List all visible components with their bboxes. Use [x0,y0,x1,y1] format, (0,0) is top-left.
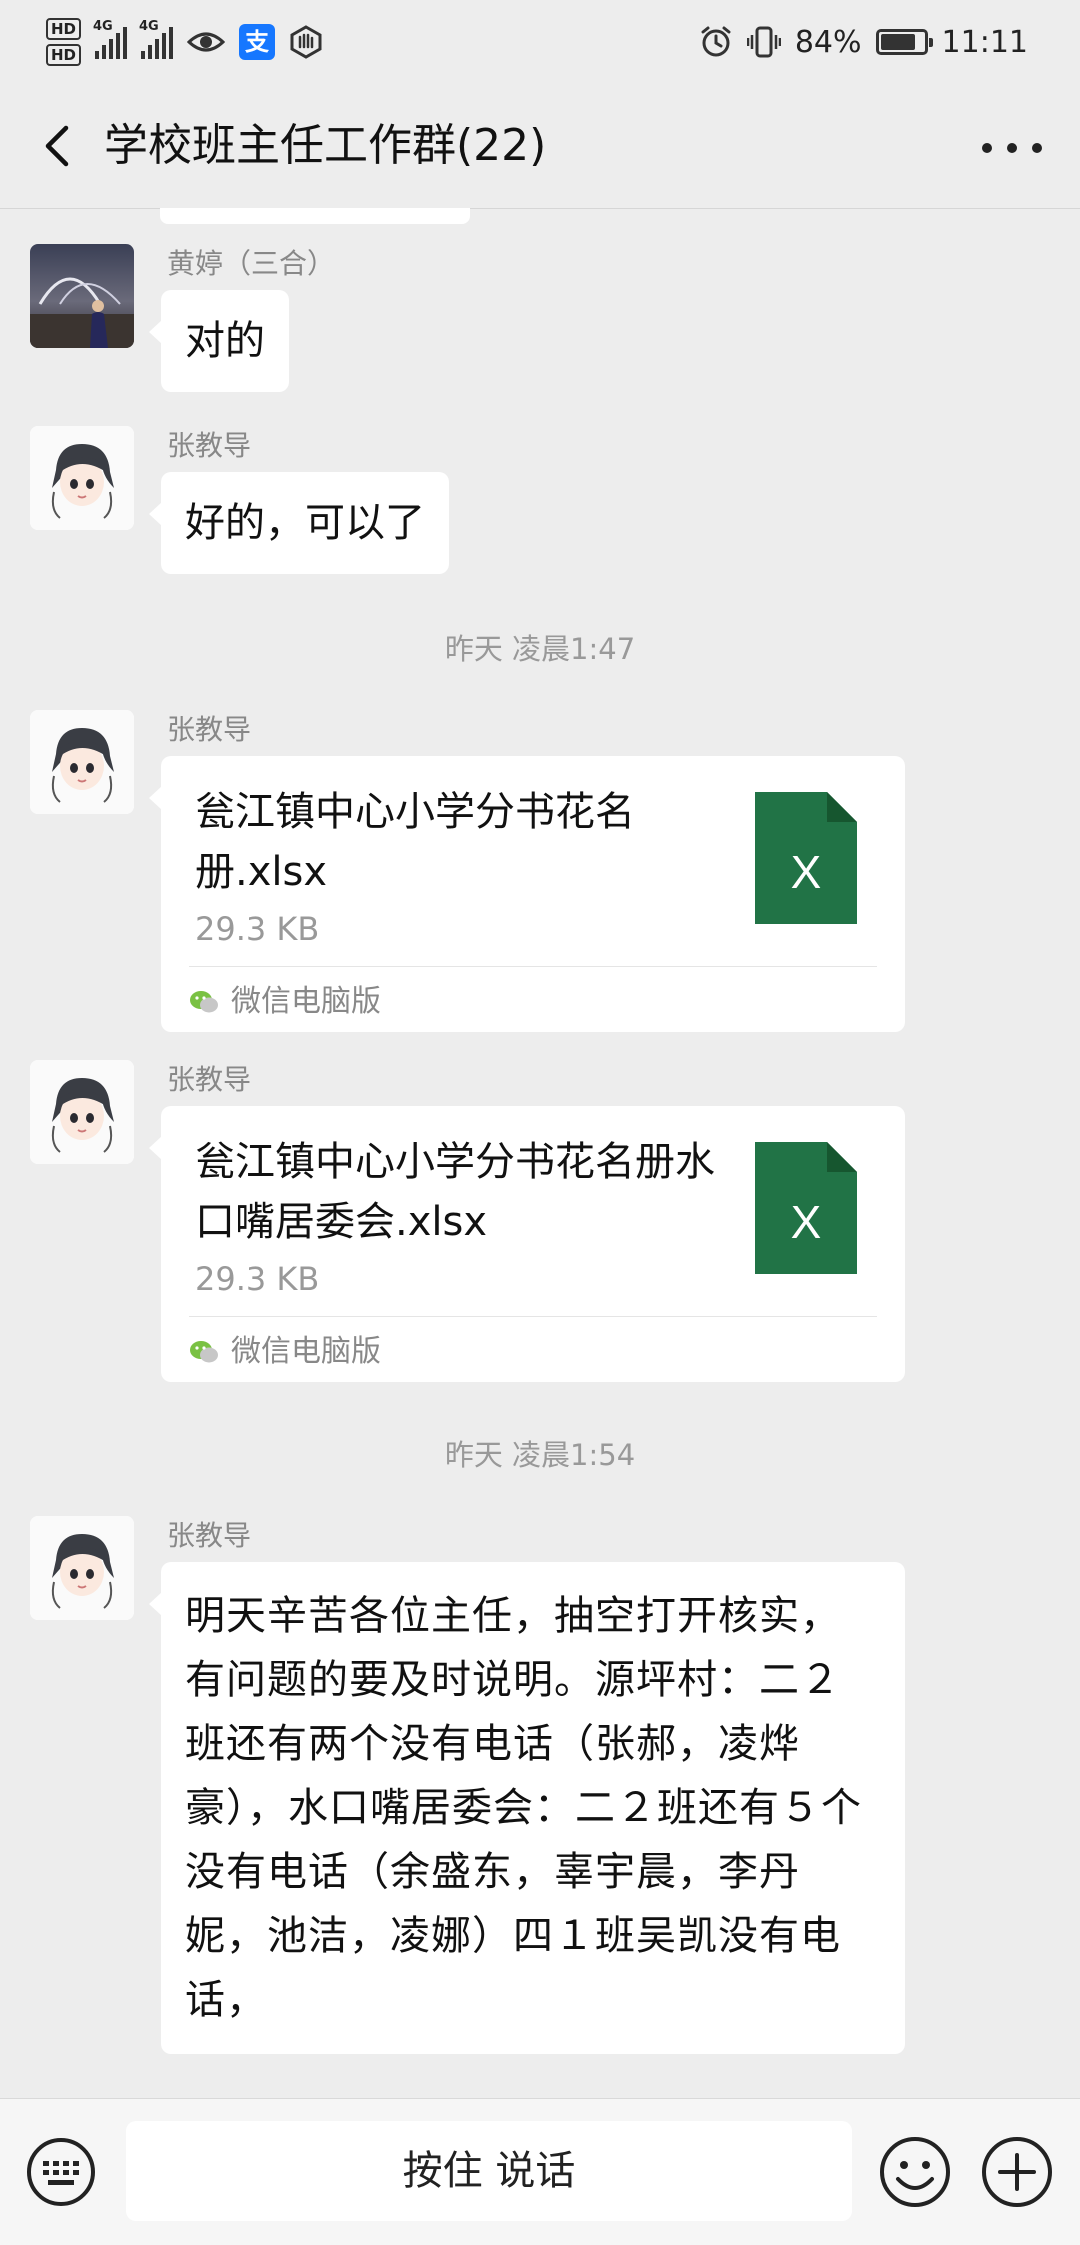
timestamp: 昨天 凌晨1:54 [444,1438,636,1472]
avatar[interactable] [30,244,134,348]
message-bubble[interactable]: 对的 [149,290,289,392]
chat-title: 学校班主任工作群(22) [104,120,547,171]
sender-name: 张教导 [167,713,252,746]
file-card[interactable]: 瓮江镇中心小学分书花名册水口嘴居委会.xlsx 29.3 KB X 微信电脑版 [149,1106,905,1382]
status-bar: HD HD 4G 4G 支 84% 11:11 [0,0,1080,84]
sender-name: 黄婷（三合） [167,247,336,280]
avatar[interactable] [30,1516,134,1620]
message-item: 张教导 明天辛苦各位主任，抽空打开核实，有问题的要及时说明。源坪村：二２班还有两… [30,1516,1050,2076]
cartoon-avatar [30,426,134,530]
wechat-icon [190,1341,218,1363]
status-right: 84% 11:11 [699,14,1028,70]
hd-badge-1: HD [46,18,82,40]
file-divider [189,1316,877,1317]
timestamp: 昨天 凌晨1:47 [444,632,636,666]
file-source: 微信电脑版 [189,1326,381,1378]
plus-icon[interactable] [980,2135,1054,2209]
sender-name: 张教导 [167,1519,252,1552]
file-size: 29.3 KB [195,1260,320,1298]
back-icon[interactable] [30,116,90,176]
excel-file-icon: X [755,792,857,924]
battery-percentage: 84% [794,24,862,60]
hd-indicators: HD HD [46,18,82,66]
signal-2-icon: 4G [139,19,174,59]
hd-badge-2: HD [46,44,82,66]
file-divider [189,966,877,967]
hold-to-talk-button[interactable]: 按住 说话 [126,2121,852,2221]
cartoon-avatar [30,1516,134,1620]
hand-icon [290,25,322,59]
avatar[interactable] [30,426,134,530]
wechat-icon [190,991,218,1013]
sender-name: 张教导 [167,1063,252,1096]
battery-fill [880,34,916,50]
battery-icon [875,29,933,55]
message-bubble[interactable]: 好的，可以了 [149,472,449,574]
sender-name: 张教导 [167,429,252,462]
file-source-label: 微信电脑版 [231,984,381,1019]
alipay-icon: 支 [239,24,276,60]
vibrate-icon [746,26,781,58]
svg-text:X: X [791,846,822,898]
file-source-label: 微信电脑版 [231,1334,381,1369]
emoji-icon[interactable] [878,2135,952,2209]
file-name: 瓮江镇中心小学分书花名册.xlsx [195,789,635,895]
message-list[interactable]: 黄婷（三合） 对的 张教导 好的，可以了 昨天 凌晨1:47 张教导 瓮江镇中心… [0,208,1080,2098]
file-size: 29.3 KB [195,910,320,948]
excel-file-icon: X [755,1142,857,1274]
avatar[interactable] [30,1060,134,1164]
previous-message-bubble [160,208,470,224]
message-item: 黄婷（三合） 对的 [30,244,1050,404]
alarm-icon [701,26,731,57]
chat-header: 学校班主任工作群(22) [0,84,1080,209]
message-item: 张教导 瓮江镇中心小学分书花名册水口嘴居委会.xlsx 29.3 KB X 微信… [30,1060,1050,1390]
message-bubble[interactable]: 明天辛苦各位主任，抽空打开核实，有问题的要及时说明。源坪村：二２班还有两个没有电… [149,1562,905,2054]
status-left: HD HD 4G 4G 支 [46,14,323,70]
message-item: 张教导 瓮江镇中心小学分书花名册.xlsx 29.3 KB X 微信电脑版 [30,710,1050,1040]
input-bar: 按住 说话 [0,2098,1080,2245]
more-options-icon[interactable] [982,118,1042,178]
keyboard-icon[interactable] [26,2137,96,2207]
avatar[interactable] [30,710,134,814]
avatar-photo [30,244,134,348]
cartoon-avatar [30,710,134,814]
signal-1-icon: 4G [93,19,128,59]
svg-text:X: X [791,1196,822,1248]
file-card[interactable]: 瓮江镇中心小学分书花名册.xlsx 29.3 KB X 微信电脑版 [149,756,905,1032]
file-source: 微信电脑版 [189,976,381,1028]
eye-comfort-icon [187,32,226,52]
file-name: 瓮江镇中心小学分书花名册水口嘴居委会.xlsx [195,1139,715,1245]
message-item: 张教导 好的，可以了 [30,426,1050,586]
cartoon-avatar [30,1060,134,1164]
clock: 11:11 [941,24,1028,60]
